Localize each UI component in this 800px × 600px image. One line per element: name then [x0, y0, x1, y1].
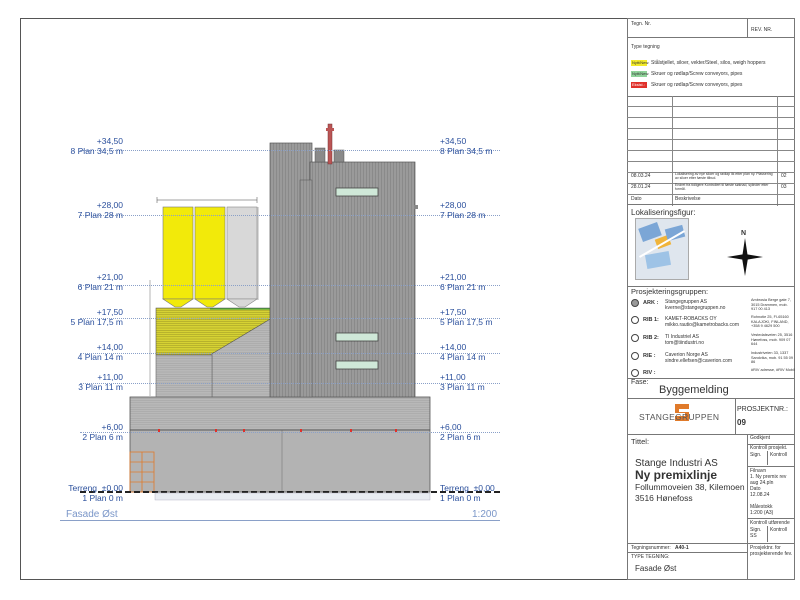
window-mid: [335, 332, 379, 342]
rev-nr-label: REV. NR.: [751, 27, 773, 33]
revision-text: Lokalisering av nye siloer og rødlap lik…: [675, 172, 773, 180]
silos: [162, 206, 258, 308]
level-label-right: +28,00 7 Plan 28 m: [440, 200, 486, 220]
level-guide: [80, 215, 500, 216]
role-addr: Industriveien 33, 1337 Sandvika, mob. 91…: [751, 351, 794, 364]
sign-value: SS: [750, 533, 757, 539]
type-tegning-footer-label: TYPE TEGNING:: [631, 554, 670, 560]
level-label-left: +11,00 3 Plan 11 m: [78, 372, 123, 392]
role-addr: #RIV adresse, #RIV Mobil: [751, 368, 795, 372]
godkjent-label: Godkjent: [750, 435, 771, 441]
level-guide: [80, 353, 500, 354]
level-label-left: +28,00 7 Plan 28 m: [77, 200, 123, 220]
role-code: RIV :: [643, 370, 656, 376]
kontroll-label: Kontroll: [770, 527, 787, 533]
location-map: [635, 218, 689, 280]
tegn-nr-label: Tegn. Nr.: [631, 21, 652, 27]
view-title-line: [60, 520, 500, 521]
level-label-left: +34,50 8 Plan 34,5 m: [70, 136, 123, 156]
legend-tag: Nytt/New:: [632, 71, 650, 76]
north-label: N: [741, 230, 747, 237]
title-line3: Follummoveien 38, Kilemoen: [635, 482, 745, 492]
level-label-right: Terreng ±0,00 1 Plan 0 m: [440, 483, 495, 503]
prosjektnr-label: PROSJEKTNR.:: [737, 406, 788, 413]
company-logo: STANGEGRUPPEN: [631, 402, 731, 430]
dato-header: Dato: [631, 196, 642, 202]
fase-value: Byggemelding: [659, 384, 729, 396]
view-scale: 1:200: [472, 509, 498, 520]
foundation-block: [129, 429, 431, 493]
tegningsnummer-value: A40-1: [675, 545, 689, 551]
role-email: mikko.rautio@kametrobacks.com: [665, 322, 739, 328]
level-guide: [80, 383, 500, 384]
beskrivelse-header: Beskrivelse: [675, 196, 701, 202]
filnavn-value: 1. Ny premix rev aug 24.pln: [750, 474, 787, 486]
role-email: sindre.ellefsen@caverion.com: [665, 358, 733, 364]
role-code: RIB 1:: [643, 317, 659, 323]
role-code: ARK :: [643, 300, 659, 306]
plinth: [129, 396, 431, 431]
prosjektering-title: Prosjekteringsgruppen:: [631, 287, 709, 296]
legend-text: Stålstjellet, siloer, vekter/Steel, silo…: [651, 60, 766, 66]
revision-rev: 03: [781, 184, 787, 190]
logo-text: STANGEGRUPPEN: [639, 412, 720, 422]
sign-label: Sign.: [750, 452, 762, 458]
level-label-left: +14,00 4 Plan 14 m: [77, 342, 123, 362]
role-code: RIB 2:: [643, 335, 659, 341]
level-label-left: +21,00 6 Plan 21 m: [77, 272, 123, 292]
level-guide: [80, 318, 500, 319]
type-tegning-value: Fasade Øst: [635, 564, 677, 573]
level-label-left: Terreng ±0,00 1 Plan 0 m: [68, 483, 123, 503]
level-label-left: +6,00 2 Plan 6 m: [82, 422, 123, 442]
tegningsnummer-label: Tegningsnummer:: [631, 545, 671, 551]
level-label-right: +34,50 8 Plan 34,5 m: [440, 136, 493, 156]
level-guide: [80, 285, 500, 286]
legend-tag: Eksist.:: [632, 82, 645, 87]
revision-date: 08.03.24: [631, 173, 651, 179]
kontroll-label: Kontroll: [770, 452, 787, 458]
level-label-left: +17,50 5 Plan 17,5 m: [70, 307, 123, 327]
role-addr: Vestedalsveien 25, 3516 Hønefoss, mob. 9…: [751, 333, 793, 346]
kontroll-utforende-label: Kontroll utførende: [750, 520, 790, 526]
prosjektnr-value: 09: [737, 418, 746, 427]
level-guide: [80, 432, 500, 433]
prosjektnr-footer: Prosjektnr. for prosjekterende fev.: [750, 545, 793, 557]
role-addr: Ambrosia Berge gate 7, 3015 Drammen, mob…: [751, 298, 791, 311]
title-line4: 3516 Hønefoss: [635, 493, 693, 503]
role-code: RIE :: [643, 353, 656, 359]
view-title: Fasade Øst: [66, 509, 118, 520]
revision-rev: 02: [781, 173, 787, 179]
title-block: Tegn. Nr. REV. NR. Type tegning Nytt/New…: [627, 18, 795, 580]
role-email: tom@tiindustri.no: [665, 340, 704, 346]
legend-text: Skruer og rødlap/Screw conveyors, pipes: [651, 71, 743, 77]
level-label-right: +17,50 5 Plan 17,5 m: [440, 307, 493, 327]
legend-text: Skruer og rødlap/Screw conveyors, pipes: [651, 82, 743, 88]
level-guide: [80, 150, 500, 151]
level-label-right: +11,00 3 Plan 11 m: [440, 372, 485, 392]
window-top: [335, 187, 379, 197]
dato-value: 12.08.24: [750, 492, 770, 498]
level-label-right: +21,00 6 Plan 21 m: [440, 272, 486, 292]
tittel-label: Tittel:: [631, 437, 650, 446]
malestokk-value: 1:200 (A3): [750, 510, 774, 516]
level-label-right: +14,00 4 Plan 14 m: [440, 342, 486, 362]
window-low: [335, 360, 379, 370]
role-email: kverne@stangegruppen.no: [665, 305, 726, 311]
role-addr: Rohnotie 25, FI-65160 KALAJOKI, FINLAND,…: [751, 315, 789, 328]
fase-label: Fase:: [631, 379, 649, 386]
revision-text: Endret fra tidligere Kontrollert til før…: [675, 183, 769, 191]
level-label-right: +6,00 2 Plan 6 m: [440, 422, 481, 442]
kontroll-prosjekt-label: Kontroll prosjekt.: [750, 445, 788, 451]
title-line2: Ny premixlinje: [635, 468, 718, 482]
legend-tag: Nytt/New:: [632, 60, 650, 65]
type-tegning-label: Type tegning: [631, 44, 660, 50]
revision-date: 28.01.24: [631, 184, 651, 190]
